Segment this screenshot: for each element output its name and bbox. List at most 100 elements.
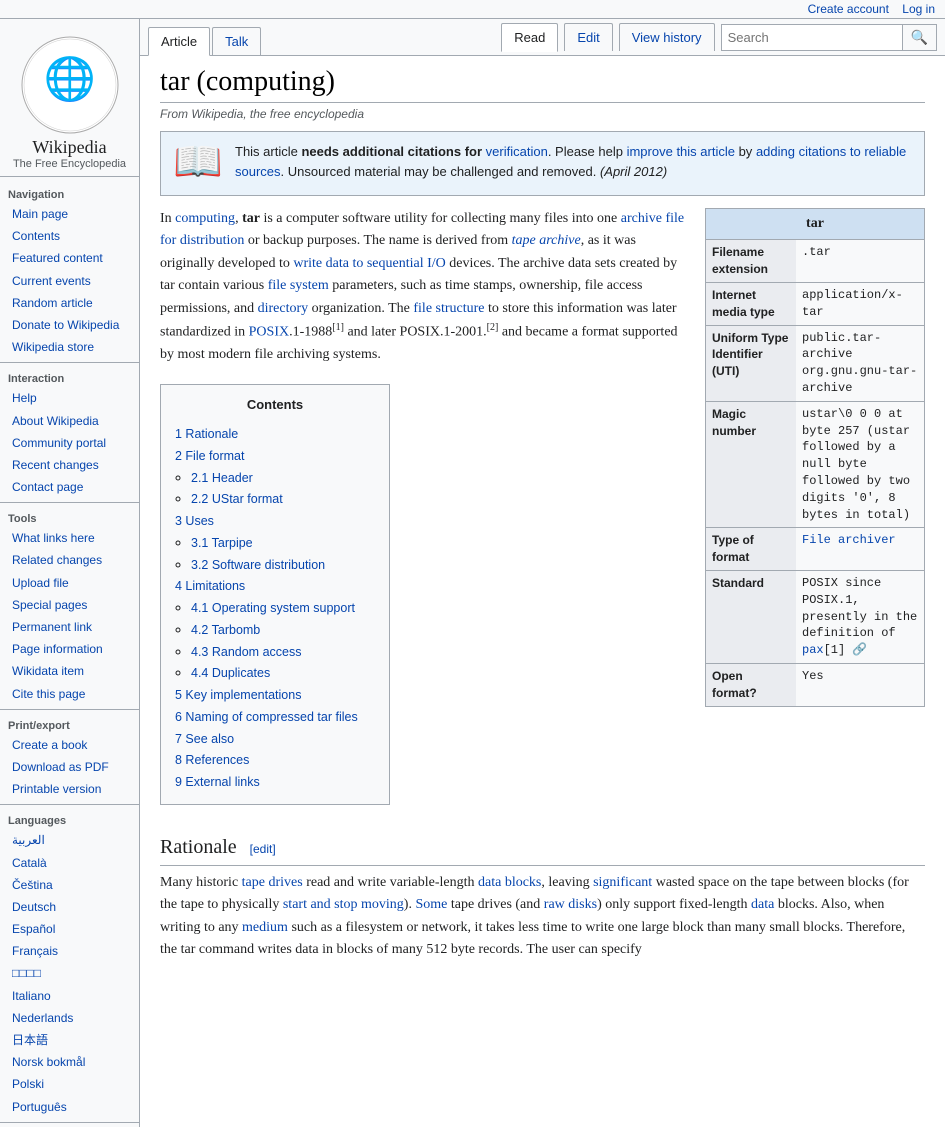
sidebar-item-special-pages[interactable]: Special pages xyxy=(0,594,139,616)
toc-link-6[interactable]: 6 Naming of compressed tar files xyxy=(175,710,358,724)
link-archive-file[interactable]: archive file for distribution xyxy=(160,211,684,248)
sidebar-item-featured-content[interactable]: Featured content xyxy=(0,247,139,269)
languages-section-title: Languages xyxy=(0,813,139,829)
search-input[interactable] xyxy=(722,26,902,49)
sidebar-item-norsk[interactable]: Norsk bokmål xyxy=(0,1051,139,1073)
link-data2[interactable]: data xyxy=(751,897,774,912)
tabs-right: Read Edit View history 🔍 xyxy=(493,19,945,55)
sidebar-item-about[interactable]: About Wikipedia xyxy=(0,410,139,432)
sidebar-item-portugues[interactable]: Português xyxy=(0,1096,139,1118)
toc-link-4-2[interactable]: 4.2 Tarbomb xyxy=(191,623,260,637)
toc-link-4-4[interactable]: 4.4 Duplicates xyxy=(191,666,270,680)
sidebar-item-cite-this-page[interactable]: Cite this page xyxy=(0,683,139,705)
table-of-contents: Contents 1 Rationale 2 File format 2.1 H… xyxy=(160,384,390,805)
link-write-data[interactable]: write data to sequential xyxy=(293,256,423,271)
toc-link-9[interactable]: 9 External links xyxy=(175,775,260,789)
sidebar-item-arabic[interactable]: العربية xyxy=(0,829,139,851)
sidebar-item-japanese[interactable]: 日本語 xyxy=(0,1029,139,1051)
toc-link-5[interactable]: 5 Key implementations xyxy=(175,688,301,702)
link-medium[interactable]: medium xyxy=(242,920,288,935)
top-bar: Create account Log in xyxy=(0,0,945,19)
interaction-section-title: Interaction xyxy=(0,371,139,387)
tab-read[interactable]: Read xyxy=(501,23,558,52)
toc-link-2-1[interactable]: 2.1 Header xyxy=(191,471,253,485)
sidebar-item-permanent-link[interactable]: Permanent link xyxy=(0,616,139,638)
sidebar-item-recent-changes[interactable]: Recent changes xyxy=(0,454,139,476)
sidebar-item-main-page[interactable]: Main page xyxy=(0,203,139,225)
search-button[interactable]: 🔍 xyxy=(902,25,936,50)
sidebar-interaction: Interaction Help About Wikipedia Communi… xyxy=(0,367,139,503)
sidebar-item-store[interactable]: Wikipedia store xyxy=(0,336,139,358)
link-data-blocks[interactable]: data blocks xyxy=(478,875,541,890)
sidebar-item-community-portal[interactable]: Community portal xyxy=(0,432,139,454)
link-file-system[interactable]: file system xyxy=(268,278,329,293)
tab-view-history[interactable]: View history xyxy=(619,23,715,51)
infobox-row-standard: Standard POSIX since POSIX.1, presently … xyxy=(706,570,924,663)
link-directory[interactable]: directory xyxy=(258,301,309,316)
toc-link-3-1[interactable]: 3.1 Tarpipe xyxy=(191,536,253,550)
toc-link-3[interactable]: 3 Uses xyxy=(175,514,214,528)
infobox-type-link[interactable]: File archiver xyxy=(802,533,896,547)
toc-item-1: 1 Rationale xyxy=(175,424,375,444)
notice-improve-link[interactable]: improve this article xyxy=(627,144,735,159)
infobox-label-uti: Uniform Type Identifier (UTI) xyxy=(706,325,796,401)
toc-link-4[interactable]: 4 Limitations xyxy=(175,579,245,593)
sidebar-item-related-changes[interactable]: Related changes xyxy=(0,549,139,571)
notice-verification-link[interactable]: verification xyxy=(486,144,548,159)
link-some[interactable]: Some xyxy=(415,897,447,912)
sidebar-item-contact[interactable]: Contact page xyxy=(0,476,139,498)
sidebar-item-nederlands[interactable]: Nederlands xyxy=(0,1007,139,1029)
tab-article[interactable]: Article xyxy=(148,27,210,56)
sidebar-item-catala[interactable]: Català xyxy=(0,852,139,874)
infobox-row-open: Open format? Yes xyxy=(706,663,924,705)
sidebar-item-polski[interactable]: Polski xyxy=(0,1073,139,1095)
link-file-structure[interactable]: file structure xyxy=(413,301,484,316)
toc-link-4-3[interactable]: 4.3 Random access xyxy=(191,645,301,659)
sidebar-item-deutsch[interactable]: Deutsch xyxy=(0,896,139,918)
toc-link-4-1[interactable]: 4.1 Operating system support xyxy=(191,601,355,615)
toc-link-3-2[interactable]: 3.2 Software distribution xyxy=(191,558,325,572)
link-significant[interactable]: significant xyxy=(593,875,652,890)
sidebar-item-download-pdf[interactable]: Download as PDF xyxy=(0,756,139,778)
create-account-link[interactable]: Create account xyxy=(808,2,889,16)
sidebar-item-donate[interactable]: Donate to Wikipedia xyxy=(0,314,139,336)
sidebar-item-random-article[interactable]: Random article xyxy=(0,292,139,314)
sidebar-item-italiano[interactable]: Italiano xyxy=(0,985,139,1007)
infobox-pax-link[interactable]: pax xyxy=(802,643,824,657)
sidebar-item-boxes[interactable]: □□□□ xyxy=(0,962,139,984)
tab-bar: Article Talk Read Edit View history 🔍 xyxy=(140,19,945,56)
sidebar-item-upload-file[interactable]: Upload file xyxy=(0,572,139,594)
link-io[interactable]: I/O xyxy=(427,256,446,271)
toc-link-2[interactable]: 2 File format xyxy=(175,449,244,463)
rationale-edit-anchor[interactable]: edit xyxy=(253,842,272,856)
log-in-link[interactable]: Log in xyxy=(902,2,935,16)
sidebar-item-contents[interactable]: Contents xyxy=(0,225,139,247)
toc-link-1[interactable]: 1 Rationale xyxy=(175,427,238,441)
link-raw-disks[interactable]: raw disks xyxy=(544,897,597,912)
sidebar-item-what-links-here[interactable]: What links here xyxy=(0,527,139,549)
sidebar-item-create-book[interactable]: Create a book xyxy=(0,734,139,756)
link-start-stop[interactable]: start and stop moving xyxy=(283,897,404,912)
toc-link-8[interactable]: 8 References xyxy=(175,753,249,767)
toc-link-2-2[interactable]: 2.2 UStar format xyxy=(191,492,283,506)
sidebar-item-espanol[interactable]: Español xyxy=(0,918,139,940)
link-tape-archive[interactable]: tape archive xyxy=(512,233,581,248)
sidebar-item-current-events[interactable]: Current events xyxy=(0,270,139,292)
link-tape-drives[interactable]: tape drives xyxy=(242,875,303,890)
link-posix[interactable]: POSIX xyxy=(249,325,289,340)
infobox-value-magic: ustar\0 0 0 at byte 257 (ustar followed … xyxy=(796,401,924,528)
toc-list: 1 Rationale 2 File format 2.1 Header 2.2… xyxy=(175,424,375,792)
sidebar-item-page-information[interactable]: Page information xyxy=(0,638,139,660)
article-subtitle: From Wikipedia, the free encyclopedia xyxy=(160,107,925,121)
main-layout: 🌐 Wikipedia The Free Encyclopedia Naviga… xyxy=(0,19,945,1127)
sidebar-item-francais[interactable]: Français xyxy=(0,940,139,962)
tab-edit[interactable]: Edit xyxy=(564,23,612,51)
sidebar-item-printable-version[interactable]: Printable version xyxy=(0,778,139,800)
sidebar-item-wikidata-item[interactable]: Wikidata item xyxy=(0,660,139,682)
sidebar-item-help[interactable]: Help xyxy=(0,387,139,409)
link-computing[interactable]: computing xyxy=(175,211,235,226)
print-section-title: Print/export xyxy=(0,718,139,734)
sidebar-item-cestina[interactable]: Čeština xyxy=(0,874,139,896)
toc-link-7[interactable]: 7 See also xyxy=(175,732,234,746)
tab-talk[interactable]: Talk xyxy=(212,27,261,55)
